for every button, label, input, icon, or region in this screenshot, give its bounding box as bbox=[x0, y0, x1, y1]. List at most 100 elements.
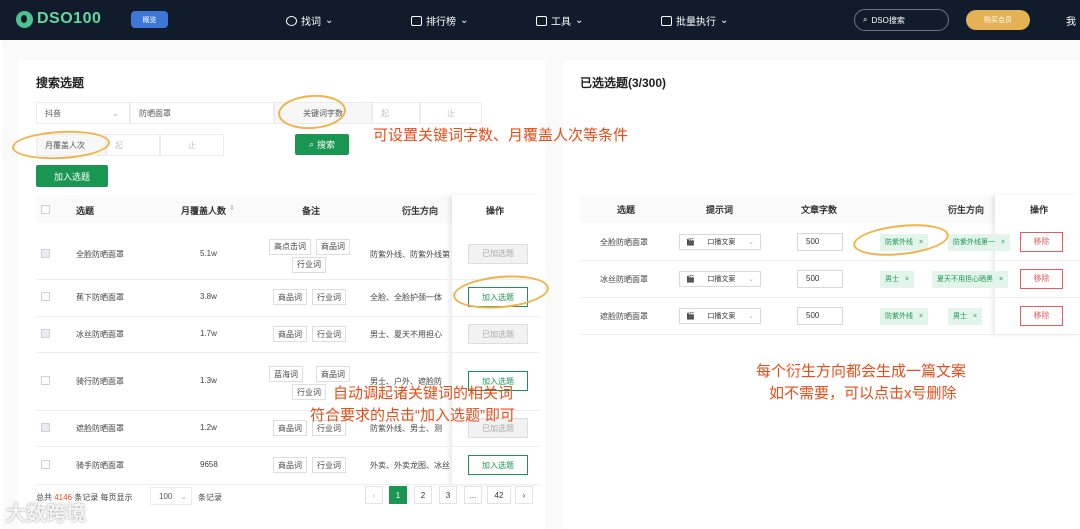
prompt-select[interactable]: 🎬 口播文案 ⌄ bbox=[679, 270, 761, 287]
row-tag: 商品词 bbox=[316, 366, 350, 382]
cover-to[interactable]: 止 bbox=[160, 134, 224, 156]
prompt-select[interactable]: 🎬 口播文案 ⌄ bbox=[679, 307, 761, 324]
direction-tag: 防紫外线 × bbox=[880, 307, 929, 325]
annotation-filter: 可设置关键词字数、月覆盖人次等条件 bbox=[373, 127, 629, 144]
word-count-input[interactable]: 500 bbox=[797, 306, 843, 325]
search-topic-title: 搜索选题 bbox=[36, 76, 85, 90]
chevron-down-icon: ⌄ bbox=[180, 491, 187, 501]
col-cover: 月覆盖人数 bbox=[181, 206, 227, 216]
col-direction: 衍生方向 bbox=[948, 205, 985, 215]
selected-topic: 遮脸防晒面罩 bbox=[600, 311, 648, 321]
row-checkbox[interactable] bbox=[41, 376, 50, 385]
page-button[interactable]: 1 bbox=[389, 486, 407, 504]
chevron-down-icon: ⌄ bbox=[748, 312, 754, 320]
add-topic-row-button[interactable]: 加入选题 bbox=[468, 455, 528, 475]
prev-page-button[interactable]: ‹ bbox=[365, 486, 383, 504]
row-checkbox[interactable] bbox=[41, 460, 50, 469]
logo-text: DSO100 bbox=[37, 10, 102, 27]
col-topic: 选题 bbox=[76, 206, 95, 216]
keyword-input[interactable]: 防晒面罩 bbox=[130, 102, 274, 124]
row-tag: 蓝海词 bbox=[269, 366, 303, 382]
page-button[interactable]: 3 bbox=[439, 486, 457, 504]
remove-button[interactable]: 移除 bbox=[1020, 231, 1063, 252]
row-cover-count: 1.7w bbox=[200, 329, 217, 338]
col-notes: 备注 bbox=[302, 206, 321, 216]
user-menu[interactable]: 我 bbox=[1066, 13, 1076, 28]
added-topic-button: 已加选题 bbox=[468, 324, 528, 344]
col-topic: 选题 bbox=[617, 205, 636, 215]
row-checkbox[interactable] bbox=[41, 329, 50, 338]
close-icon[interactable]: × bbox=[1001, 239, 1005, 246]
direction-tag: 男士 × bbox=[880, 270, 915, 288]
close-icon[interactable]: × bbox=[919, 313, 923, 320]
nav-find-words[interactable]: 找词 ⌄ bbox=[286, 13, 333, 28]
col-action-fixed: 操作 bbox=[486, 206, 505, 216]
chevron-down-icon: ⌄ bbox=[460, 15, 469, 26]
close-icon[interactable]: × bbox=[973, 313, 977, 320]
col-action: 操作 bbox=[1030, 205, 1049, 215]
row-cover-count: 1.3w bbox=[200, 376, 217, 385]
selected-topic: 冰丝防晒面罩 bbox=[600, 274, 648, 284]
row-tag: 商品词 bbox=[273, 289, 307, 305]
row-checkbox[interactable] bbox=[41, 423, 50, 432]
row-tag: 行业词 bbox=[312, 289, 346, 305]
watermark: 大数跨境 bbox=[6, 503, 86, 525]
remove-button[interactable]: 移除 bbox=[1020, 305, 1063, 326]
row-direction: 外卖、外卖龙图、冰丝 bbox=[370, 461, 450, 470]
sort-icon[interactable]: ⇕ bbox=[229, 204, 235, 212]
buy-membership-button[interactable]: 购买会员 bbox=[966, 10, 1030, 30]
add-topic-button[interactable]: 加入选题 bbox=[36, 165, 108, 187]
select-all-checkbox[interactable] bbox=[41, 205, 50, 214]
row-direction: 全脸、全脸护颈一体 bbox=[370, 293, 442, 302]
close-icon[interactable]: × bbox=[905, 276, 909, 283]
platform-select[interactable]: 抖音 ⌄ bbox=[36, 102, 130, 124]
search-button[interactable]: ⌕ 搜索 bbox=[295, 134, 349, 155]
cover-from[interactable]: 起 bbox=[106, 134, 160, 156]
remove-button[interactable]: 移除 bbox=[1020, 268, 1063, 289]
row-direction: 防紫外线、防紫外线第 bbox=[370, 249, 450, 259]
close-icon[interactable]: × bbox=[999, 276, 1003, 283]
row-topic: 蕉下防晒面罩 bbox=[76, 293, 124, 302]
row-checkbox[interactable] bbox=[41, 292, 50, 301]
batch-icon bbox=[661, 15, 672, 26]
page-button[interactable]: 42 bbox=[487, 486, 511, 504]
row-cover-count: 9658 bbox=[200, 460, 218, 469]
chevron-down-icon: ⌄ bbox=[720, 15, 729, 26]
overview-button[interactable]: 概览 bbox=[131, 11, 168, 28]
row-topic: 冰丝防晒面罩 bbox=[76, 330, 124, 339]
word-count-input[interactable]: 500 bbox=[797, 269, 843, 288]
direction-tag: 夏天不用担心晒黑 × bbox=[932, 270, 1009, 288]
direction-tag: 防紫外线第一 × bbox=[948, 233, 1011, 251]
page-button[interactable]: 2 bbox=[414, 486, 432, 504]
keyword-length-to[interactable]: 止 bbox=[420, 102, 482, 124]
nav-batch[interactable]: 批量执行 ⌄ bbox=[661, 13, 728, 28]
keyword-length-from[interactable]: 起 bbox=[372, 102, 420, 124]
row-cover-count: 3.8w bbox=[200, 292, 217, 301]
col-direction: 衍生方向 bbox=[402, 206, 439, 216]
page-button[interactable]: ... bbox=[464, 486, 482, 504]
row-direction: 男士、夏天不用担心 bbox=[370, 330, 442, 339]
row-tag: 商品词 bbox=[273, 420, 307, 436]
annotation-delete-line2: 如不需要，可以点击x号删除 bbox=[769, 385, 957, 402]
prompt-select[interactable]: 🎬 口播文案 ⌄ bbox=[679, 233, 761, 250]
annotation-auto-line1: 自动调起诸关键词的相关词 bbox=[333, 385, 514, 402]
global-search-input[interactable]: ⌕ DSO搜索 bbox=[854, 9, 949, 31]
row-cover-count: 5.1w bbox=[200, 248, 217, 258]
selected-topic: 全脸防晒面罩 bbox=[600, 237, 648, 247]
row-tag: 商品词 bbox=[316, 238, 350, 255]
nav-tools[interactable]: 工具 ⌄ bbox=[536, 13, 583, 28]
word-count-input[interactable]: 500 bbox=[797, 232, 843, 251]
next-page-button[interactable]: › bbox=[515, 486, 533, 504]
row-cover-count: 1.2w bbox=[200, 423, 217, 432]
annotation-delete-line1: 每个衍生方向都会生成一篇文案 bbox=[756, 363, 967, 380]
video-icon: 🎬 bbox=[686, 312, 695, 320]
row-tag: 商品词 bbox=[273, 457, 307, 473]
row-topic: 遮脸防晒面罩 bbox=[76, 424, 124, 433]
nav-ranking[interactable]: 排行榜 ⌄ bbox=[411, 13, 468, 28]
row-divider bbox=[36, 316, 540, 317]
logo[interactable]: DSO100 bbox=[16, 10, 101, 28]
video-icon: 🎬 bbox=[686, 238, 695, 246]
video-icon: 🎬 bbox=[686, 275, 695, 283]
row-checkbox[interactable] bbox=[41, 248, 50, 258]
page-size-select[interactable]: 100 ⌄ bbox=[150, 487, 192, 505]
